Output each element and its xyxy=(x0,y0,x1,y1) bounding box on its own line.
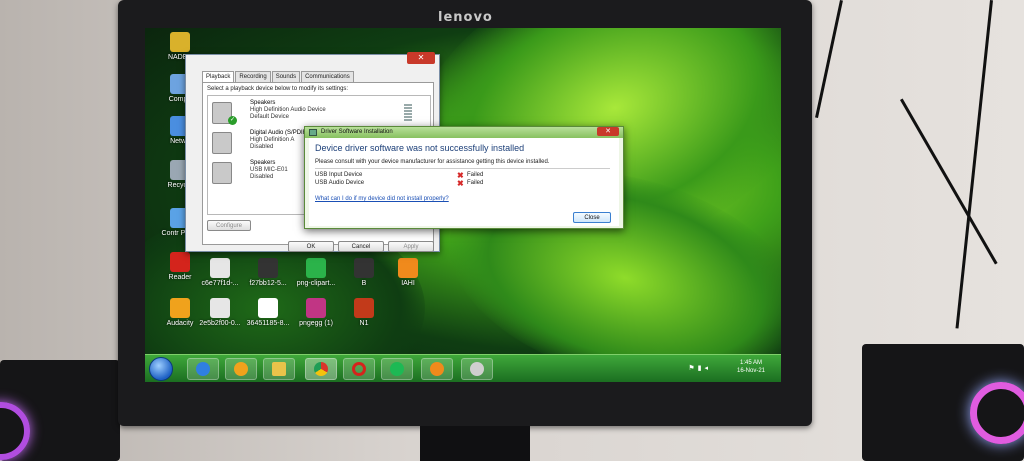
device-description: USB MIC-E01 xyxy=(250,167,288,173)
whatsapp-image-icon xyxy=(306,258,326,278)
sound-close-button[interactable]: ✕ xyxy=(407,52,435,64)
taskbar-app-explorer[interactable] xyxy=(263,358,295,380)
usb-device-icon xyxy=(309,129,317,136)
driver-message: Please consult with your device manufact… xyxy=(315,159,550,165)
cable xyxy=(900,98,998,265)
system-tray-icons[interactable]: ⚑▮◂ xyxy=(688,364,711,372)
image-file-icon xyxy=(258,258,278,278)
device-status: Disabled xyxy=(250,174,274,180)
close-icon: ✕ xyxy=(605,128,611,135)
driver-row: USB Audio Device ✖ Failed xyxy=(315,179,555,188)
taskbar-app-device[interactable] xyxy=(461,358,493,380)
driver-close-x-button[interactable]: ✕ xyxy=(597,127,619,136)
device-status: Default Device xyxy=(250,114,290,120)
start-button[interactable] xyxy=(149,357,173,381)
taskbar-app-fl-studio[interactable] xyxy=(421,358,453,380)
folder-icon xyxy=(170,32,190,52)
clock-time: 1:45 AM xyxy=(739,360,762,366)
explorer-icon xyxy=(272,362,286,376)
adobe-reader-icon xyxy=(170,252,190,272)
file-icon xyxy=(354,258,374,278)
desktop-icon[interactable]: N1 xyxy=(341,298,387,327)
device-name: USB Input Device xyxy=(315,172,363,178)
install-status: Failed xyxy=(467,172,484,178)
desktop-icon[interactable]: c6e77f1d-... xyxy=(197,258,243,287)
apply-button[interactable]: Apply xyxy=(388,241,434,252)
install-status: Failed xyxy=(467,180,484,186)
taskbar-app-opera[interactable] xyxy=(343,358,375,380)
playback-instruction: Select a playback device below to modify… xyxy=(207,86,349,92)
desktop-icon[interactable]: IAHI xyxy=(385,258,431,287)
device-name: USB Audio Device xyxy=(315,180,365,186)
clock-date: 16-Nov-21 xyxy=(736,368,765,374)
taskbar-app-spotify[interactable] xyxy=(381,358,413,380)
vlc-icon xyxy=(398,258,418,278)
media-player-icon xyxy=(234,362,248,376)
spotify-icon xyxy=(390,362,404,376)
device-name: Speakers xyxy=(250,100,276,106)
desktop-icon[interactable]: png-clipart... xyxy=(293,258,339,287)
driver-dialog-title: Driver Software Installation xyxy=(321,129,393,135)
cable xyxy=(815,0,843,119)
fl-studio-icon xyxy=(430,362,444,376)
device-name: Speakers xyxy=(250,160,276,166)
image-file-icon xyxy=(210,258,230,278)
desktop-icon[interactable]: B xyxy=(341,258,387,287)
taskbar-app-media-player[interactable] xyxy=(225,358,257,380)
audacity-icon xyxy=(170,298,190,318)
configure-button[interactable]: Configure xyxy=(207,220,251,231)
driver-dialog-titlebar: Driver Software Installation ✕ xyxy=(305,127,623,138)
device-description: High Definition Audio Device xyxy=(250,107,326,113)
driver-close-button[interactable]: Close xyxy=(573,212,611,223)
desktop-icon[interactable]: 36451185-8... xyxy=(245,298,291,327)
file-icon xyxy=(354,298,374,318)
default-check-icon: ✓ xyxy=(228,116,237,125)
image-file-icon xyxy=(210,298,230,318)
chrome-icon xyxy=(314,362,328,376)
divider xyxy=(315,168,610,169)
close-icon: ✕ xyxy=(417,53,425,62)
driver-row: USB Input Device ✖ Failed xyxy=(315,172,555,180)
device-description: High Definition A xyxy=(250,137,295,143)
instagram-image-icon xyxy=(306,298,326,318)
desktop-icon[interactable]: f27bb12-5... xyxy=(245,258,291,287)
device-name: Digital Audio (S/PDIF) xyxy=(250,130,309,136)
opera-icon xyxy=(352,362,366,376)
desktop-icon[interactable]: pngegg (1) xyxy=(293,298,339,327)
photo-background: lenovo NADEE Compu Netwo Recycle Contr P… xyxy=(0,0,1024,461)
digital-audio-icon xyxy=(212,132,232,154)
monitor-stand xyxy=(420,426,530,461)
ie-icon xyxy=(196,362,210,376)
driver-install-dialog: Driver Software Installation ✕ Device dr… xyxy=(304,126,624,229)
driver-dialog-body: Device driver software was not successfu… xyxy=(309,138,619,226)
driver-heading: Device driver software was not successfu… xyxy=(315,143,525,153)
taskbar-app-ie[interactable] xyxy=(187,358,219,380)
volume-meter xyxy=(404,104,412,122)
monitor-brand-logo: lenovo xyxy=(438,10,493,25)
volume-icon: ◂ xyxy=(704,365,711,372)
cancel-button[interactable]: Cancel xyxy=(338,241,384,252)
clock[interactable]: 1:45 AM 16-Nov-21 xyxy=(737,359,765,375)
image-file-icon xyxy=(258,298,278,318)
right-speaker-light xyxy=(970,382,1024,444)
taskbar: ⚑▮◂ 1:45 AM 16-Nov-21 xyxy=(145,354,781,382)
driver-help-link[interactable]: What can I do if my device did not insta… xyxy=(315,196,449,202)
desktop-screen: NADEE Compu Netwo Recycle Contr Panel Re… xyxy=(145,28,781,382)
failed-x-icon: ✖ xyxy=(457,179,464,188)
ok-button[interactable]: OK xyxy=(288,241,334,252)
taskbar-app-chrome[interactable] xyxy=(305,358,337,380)
device-status: Disabled xyxy=(250,144,274,150)
speaker-icon xyxy=(212,162,232,184)
desktop-icon[interactable]: 2e5b2f00-0... xyxy=(197,298,243,327)
list-item[interactable]: ✓ Speakers High Definition Audio Device … xyxy=(212,100,422,128)
cable xyxy=(955,0,993,329)
flag-icon: ⚑ xyxy=(688,365,698,372)
usb-device-icon xyxy=(470,362,484,376)
